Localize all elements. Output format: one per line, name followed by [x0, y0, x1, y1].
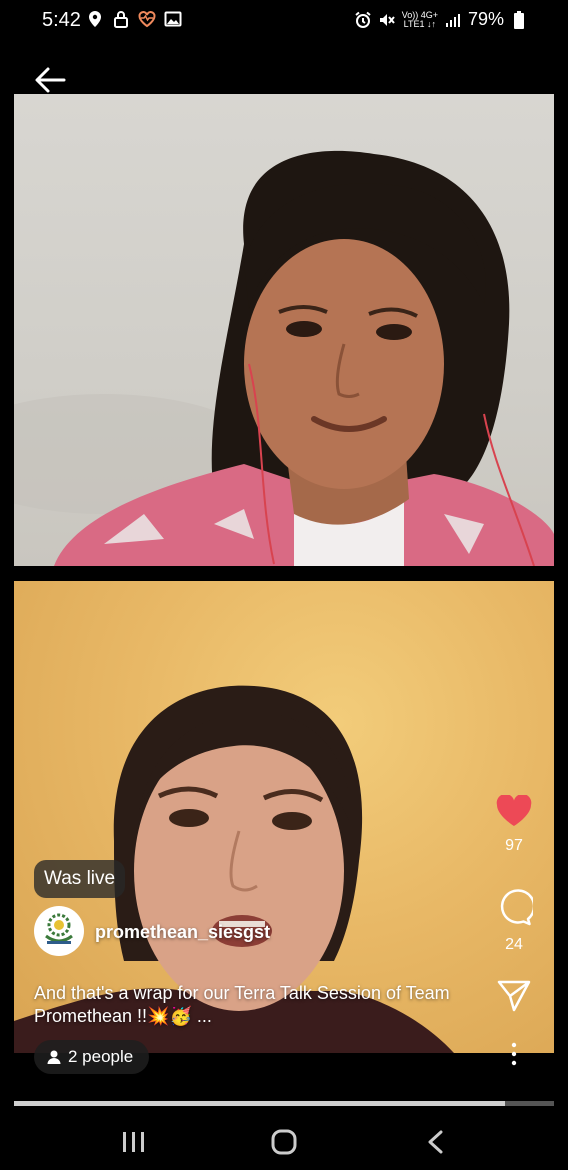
- location-icon: [89, 11, 101, 27]
- home-button[interactable]: [264, 1124, 304, 1160]
- signal-icon: [445, 13, 460, 27]
- viewers-count: 2 people: [68, 1047, 134, 1066]
- comment-count: 24: [505, 936, 523, 953]
- playback-progress-bar[interactable]: [14, 1101, 554, 1106]
- recent-apps-button[interactable]: [114, 1124, 154, 1160]
- status-time: 5:42: [42, 9, 81, 31]
- battery-percent: 79%: [467, 9, 504, 29]
- status-left-icons: [86, 10, 182, 28]
- username[interactable]: promethean_siesgst: [95, 922, 270, 943]
- system-nav-bar: [0, 1108, 568, 1170]
- comment-bubble-icon: [500, 889, 533, 926]
- heart-icon: [496, 795, 532, 826]
- home-icon: [271, 1129, 297, 1155]
- heart-monitor-icon: [138, 11, 156, 28]
- lock-icon: [114, 11, 128, 28]
- more-vertical-icon: [511, 1042, 517, 1066]
- was-live-badge: Was live: [34, 860, 126, 898]
- person-icon: [47, 1050, 61, 1064]
- live-caption[interactable]: And that's a wrap for our Terra Talk Ses…: [34, 982, 484, 1028]
- guest-video-feed[interactable]: [14, 94, 554, 566]
- share-button[interactable]: [484, 980, 544, 1012]
- network-indicator: Vo)) 4G+ LTE1 ↓↑: [402, 10, 438, 29]
- guest-video-frame: [14, 150, 554, 566]
- recent-apps-icon: [123, 1132, 144, 1152]
- promethean-logo-icon: [35, 907, 83, 955]
- avatar[interactable]: [34, 906, 84, 956]
- system-back-button[interactable]: [416, 1124, 456, 1160]
- send-icon: [497, 980, 531, 1012]
- more-options-button[interactable]: [484, 1042, 544, 1066]
- playback-progress-fill: [14, 1101, 506, 1106]
- status-bar: 5:42 Vo)) 4G+ LTE1 ↓↑ 79%: [0, 0, 568, 40]
- arrow-left-icon: [35, 67, 66, 93]
- back-button[interactable]: [32, 62, 68, 98]
- battery-icon: [514, 10, 524, 29]
- network-label-bottom: LTE1 ↓↑: [403, 18, 436, 29]
- image-icon: [164, 11, 182, 27]
- viewers-pill[interactable]: 2 people: [34, 1040, 150, 1074]
- like-count: 97: [505, 837, 523, 854]
- like-button[interactable]: 97: [484, 795, 544, 855]
- alarm-icon: [355, 11, 371, 28]
- chevron-left-icon: [428, 1130, 443, 1154]
- comment-button[interactable]: 24: [484, 888, 544, 954]
- mute-icon: [379, 13, 395, 26]
- status-right-icons: Vo)) 4G+ LTE1 ↓↑ 79%: [354, 9, 528, 30]
